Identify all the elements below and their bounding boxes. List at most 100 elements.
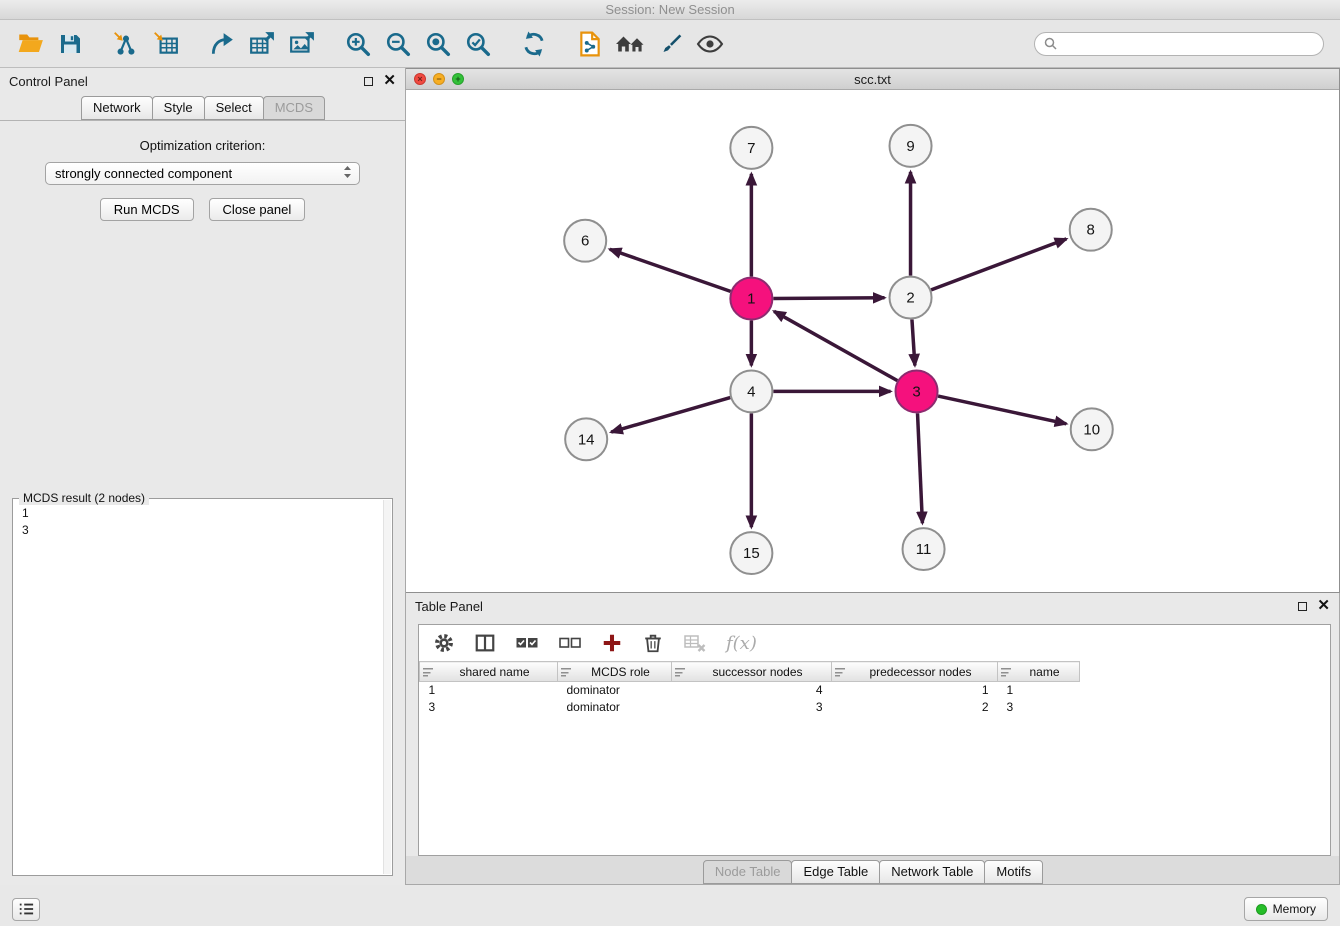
graph-node-14[interactable]: 14 (565, 418, 607, 460)
tab-select[interactable]: Select (204, 96, 264, 120)
eye-icon (696, 32, 724, 56)
graph-node-15[interactable]: 15 (730, 532, 772, 574)
save-icon (58, 32, 82, 56)
graph-edge-3-1[interactable] (774, 311, 897, 380)
table-cell[interactable]: dominator (558, 682, 672, 699)
show-columns-button[interactable] (472, 630, 498, 656)
column-header-successor-nodes[interactable]: successor nodes (672, 662, 832, 682)
tab-mcds[interactable]: MCDS (263, 96, 325, 120)
export-image-button[interactable] (282, 24, 322, 64)
graph-edge-3-10[interactable] (938, 396, 1066, 424)
close-table-panel-icon[interactable]: ✕ (1317, 600, 1330, 612)
tab-network-table[interactable]: Network Table (879, 860, 985, 884)
main-content: Control Panel ✕ Network Style Select MCD… (0, 68, 1340, 892)
search-box[interactable] (1034, 32, 1324, 56)
graph-node-7[interactable]: 7 (730, 127, 772, 169)
mcds-result-line: 3 (22, 522, 383, 539)
graph-node-6[interactable]: 6 (564, 220, 606, 262)
import-network-button[interactable] (106, 24, 146, 64)
maximize-window-button[interactable]: + (452, 73, 464, 85)
zoom-in-button[interactable] (338, 24, 378, 64)
result-scrollbar[interactable] (383, 500, 391, 874)
table-cell[interactable]: 1 (998, 682, 1080, 699)
graph-node-1[interactable]: 1 (730, 278, 772, 320)
apply-layout-button[interactable] (514, 24, 554, 64)
columns-icon (474, 632, 496, 654)
column-header-shared-name[interactable]: shared name (420, 662, 558, 682)
graph-edge-2-3[interactable] (912, 319, 915, 365)
memory-button[interactable]: Memory (1244, 897, 1328, 921)
run-mcds-button[interactable]: Run MCDS (100, 198, 194, 221)
table-cell[interactable]: 1 (832, 682, 998, 699)
panel-selector-button[interactable] (12, 898, 40, 921)
create-column-button[interactable] (599, 630, 625, 656)
function-builder-button[interactable]: f(x) (724, 631, 759, 656)
tab-node-table[interactable]: Node Table (703, 860, 793, 884)
delete-table-button[interactable] (681, 630, 709, 656)
table-settings-button[interactable] (431, 630, 457, 656)
graph-node-2[interactable]: 2 (890, 277, 932, 319)
column-label: MCDS role (591, 665, 650, 679)
graph-node-10[interactable]: 10 (1071, 408, 1113, 450)
table-row[interactable]: 1dominator411 (420, 682, 1080, 699)
open-file-button[interactable] (10, 24, 50, 64)
style-brush-button[interactable] (650, 24, 690, 64)
graph-edge-4-14[interactable] (611, 398, 730, 433)
close-panel-button[interactable]: Close panel (209, 198, 306, 221)
network-window-titlebar[interactable]: × − + scc.txt (406, 69, 1339, 90)
network-home-button[interactable] (610, 24, 650, 64)
table-cell[interactable]: 3 (998, 699, 1080, 716)
float-table-panel-icon[interactable] (1298, 602, 1307, 611)
clone-network-button[interactable] (570, 24, 610, 64)
zoom-selected-button[interactable] (458, 24, 498, 64)
zoom-fit-icon (425, 31, 451, 57)
zoom-out-button[interactable] (378, 24, 418, 64)
table-cell[interactable]: 3 (420, 699, 558, 716)
network-graph[interactable]: 7 9 6 8 1 2 4 3 14 10 15 11 (406, 90, 1339, 592)
column-header-name[interactable]: name (998, 662, 1080, 682)
graph-edge-3-11[interactable] (918, 413, 923, 523)
optimization-criterion-select[interactable]: strongly connected component (45, 162, 360, 185)
table-cell[interactable]: 2 (832, 699, 998, 716)
column-header-MCDS-role[interactable]: MCDS role (558, 662, 672, 682)
graph-node-11[interactable]: 11 (903, 528, 945, 570)
float-panel-icon[interactable] (364, 77, 373, 86)
graph-node-9[interactable]: 9 (890, 125, 932, 167)
table-cell[interactable]: 4 (672, 682, 832, 699)
tab-edge-table[interactable]: Edge Table (791, 860, 880, 884)
select-all-columns-button[interactable] (513, 630, 541, 656)
save-session-button[interactable] (50, 24, 90, 64)
import-table-button[interactable] (146, 24, 186, 64)
graph-edge-2-8[interactable] (931, 239, 1066, 290)
column-sort-icon (423, 668, 433, 677)
graph-node-3[interactable]: 3 (896, 370, 938, 412)
graph-edge-1-2[interactable] (773, 298, 884, 299)
search-input[interactable] (1062, 37, 1314, 51)
network-window-title: scc.txt (854, 72, 891, 87)
table-row[interactable]: 3dominator323 (420, 699, 1080, 716)
column-header-predecessor-nodes[interactable]: predecessor nodes (832, 662, 998, 682)
table-cell[interactable]: dominator (558, 699, 672, 716)
graph-edge-1-6[interactable] (610, 249, 731, 291)
table-cell[interactable]: 1 (420, 682, 558, 699)
minimize-window-button[interactable]: − (433, 73, 445, 85)
show-hide-graphics-button[interactable] (690, 24, 730, 64)
tab-network[interactable]: Network (81, 96, 153, 120)
mcds-result-list[interactable]: 1 3 (13, 499, 392, 545)
export-table-button[interactable] (242, 24, 282, 64)
zoom-fit-button[interactable] (418, 24, 458, 64)
svg-text:7: 7 (747, 140, 755, 157)
table-panel-header: Table Panel ✕ (406, 593, 1339, 619)
network-canvas[interactable]: 7 9 6 8 1 2 4 3 14 10 15 11 (406, 90, 1339, 592)
deselect-all-columns-button[interactable] (556, 630, 584, 656)
graph-node-8[interactable]: 8 (1070, 209, 1112, 251)
graph-node-4[interactable]: 4 (730, 370, 772, 412)
close-panel-icon[interactable]: ✕ (383, 75, 396, 87)
delete-columns-button[interactable] (640, 630, 666, 656)
tab-motifs[interactable]: Motifs (984, 860, 1043, 884)
export-network-button[interactable] (202, 24, 242, 64)
svg-text:4: 4 (747, 383, 755, 400)
table-cell[interactable]: 3 (672, 699, 832, 716)
tab-style[interactable]: Style (152, 96, 205, 120)
close-window-button[interactable]: × (414, 73, 426, 85)
